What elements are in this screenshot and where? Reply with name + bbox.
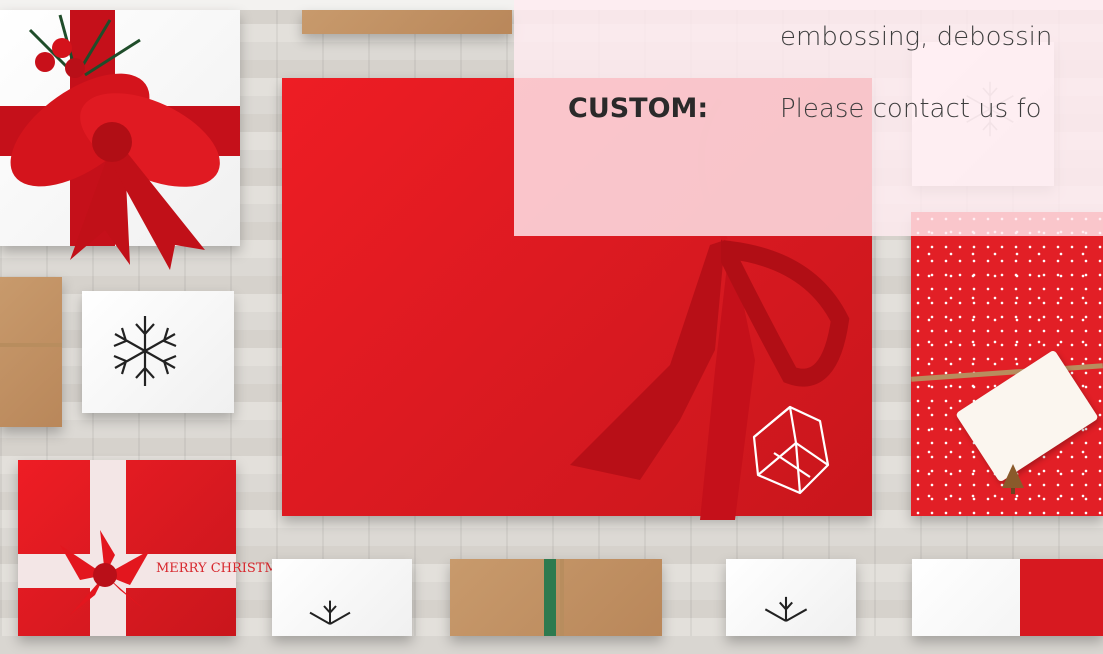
panel-text-line-embossing: embossing, debossin [780,22,1053,52]
snowflake-icon [309,600,351,625]
custom-label: CUSTOM: [568,93,709,124]
bow-icon [60,530,150,615]
gift-box-bottom-white-3 [912,559,1103,636]
snowflake-icon [764,596,808,622]
gift-box-kraft-left [0,277,62,427]
tree-tag-icon [1002,464,1024,494]
gift-box-kraft-top [302,10,512,34]
custom-description: Please contact us fo [780,94,1042,124]
snowflake-icon [113,316,177,386]
bow-icon [10,14,220,270]
gift-box-bottom-kraft [450,559,662,636]
origami-logo-icon [752,405,830,495]
